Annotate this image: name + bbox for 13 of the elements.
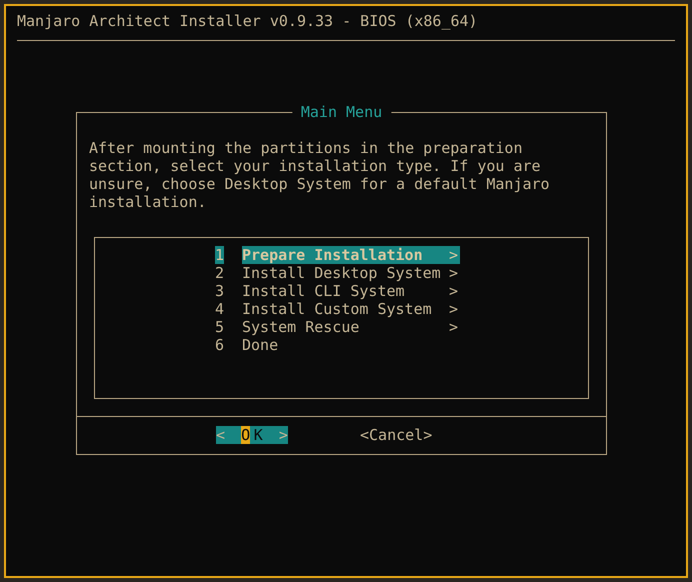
menu-item[interactable]: Install Custom System > (242, 300, 460, 318)
dialog-message: After mounting the partitions in the preparation section, select your installation type. If you are unsure, choose Desktop System for a default Manjaro installation. (89, 139, 551, 211)
menu-item[interactable]: Install CLI System > (242, 282, 460, 300)
menu-item[interactable]: Done (242, 336, 460, 354)
menu-item[interactable]: System Rescue > (242, 318, 460, 336)
dialog-button[interactable]: <Cancel> (360, 426, 432, 444)
menu-item-number[interactable]: 6 (215, 336, 224, 354)
menu-item-number[interactable]: 5 (215, 318, 224, 336)
menu-item[interactable]: Install Desktop System > (242, 264, 460, 282)
menu-item-number[interactable]: 3 (215, 282, 224, 300)
menu-item-number[interactable]: 4 (215, 300, 224, 318)
menu-item-number[interactable]: 2 (215, 264, 224, 282)
window-title: Manjaro Architect Installer v0.9.33 - BIOS (x86_64) (17, 12, 479, 30)
